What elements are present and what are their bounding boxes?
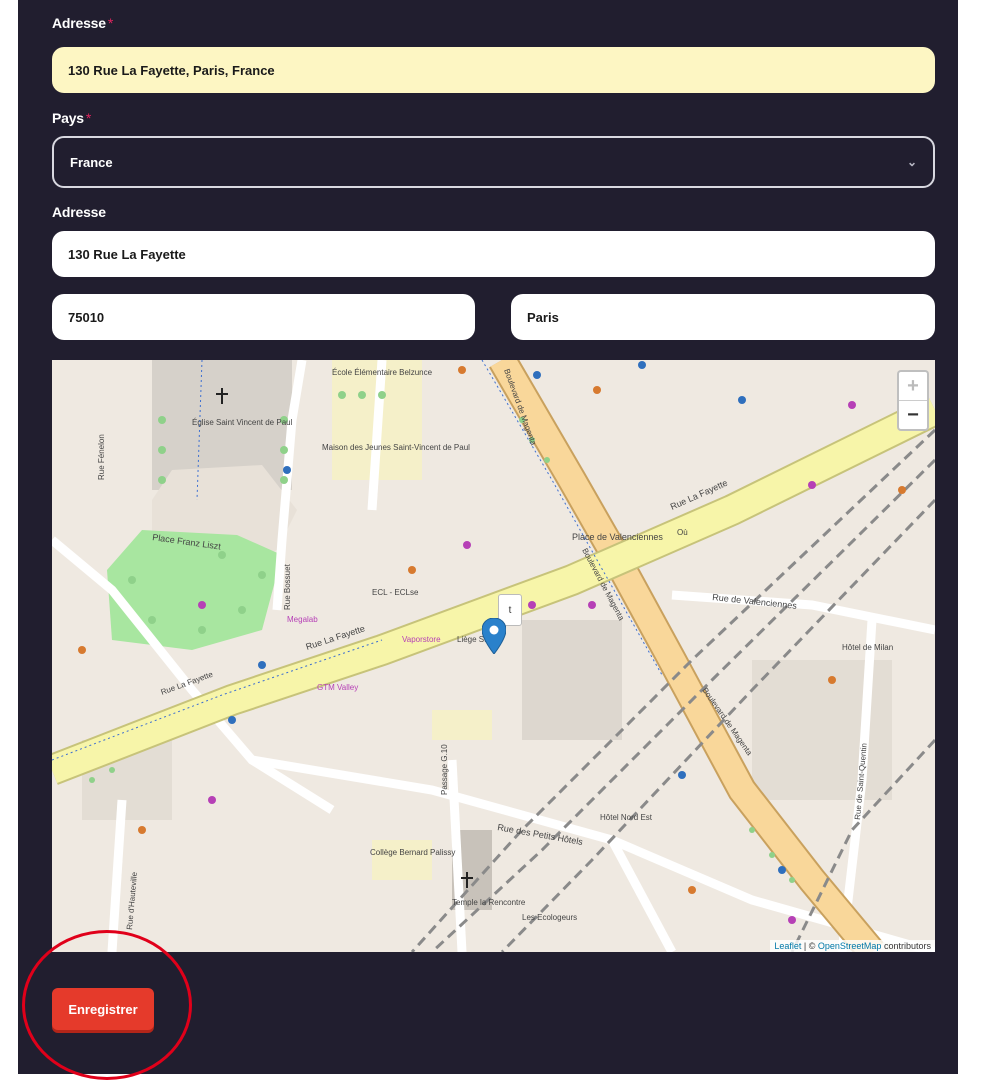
map-label-maison: Maison des Jeunes Saint-Vincent de Paul <box>322 443 470 452</box>
map-label-place-valenciennes: Place de Valenciennes <box>572 532 663 542</box>
map-label-gtm: GTM Valley <box>317 683 358 692</box>
osm-link[interactable]: OpenStreetMap <box>818 941 882 951</box>
map-label-college: Collège Bernard Palissy <box>370 848 455 857</box>
map-label-passage: Passage G.10 <box>440 744 449 795</box>
leaflet-link[interactable]: Leaflet <box>774 941 801 951</box>
autocomplete-label: Adresse * <box>52 15 113 31</box>
zoom-in-button[interactable]: + <box>899 372 927 400</box>
map-label-fenelon: Rue Fénelon <box>97 434 106 480</box>
map-label-ecl: ECL - ECLse <box>372 588 419 597</box>
postal-code-input[interactable]: 75010 <box>52 294 475 340</box>
city-value: Paris <box>527 309 559 325</box>
map-view[interactable]: Église Saint Vincent de Paul Place Franz… <box>52 360 935 952</box>
map-label-ou: Où <box>677 528 688 537</box>
map-label-megalab: Megalab <box>287 615 318 624</box>
map-tiles: Église Saint Vincent de Paul Place Franz… <box>52 360 935 952</box>
address-label-text: Adresse <box>52 204 106 220</box>
map-label-hotel-nord: Hôtel Nord Est <box>600 813 653 822</box>
map-popup-text: t <box>508 604 512 616</box>
map-label-temple: Temple la Rencontre <box>452 898 526 907</box>
map-label-church: Église Saint Vincent de Paul <box>192 418 293 427</box>
map-label-hotel-milan: Hôtel de Milan <box>842 643 893 652</box>
map-label-ecologeurs: Les Ecologeurs <box>522 913 577 922</box>
required-mark: * <box>107 15 114 31</box>
highlight-circle <box>22 930 192 1080</box>
attribution-suffix: contributors <box>883 941 931 951</box>
map-label-vaporstore: Vaporstore <box>402 635 441 644</box>
address-search-input[interactable]: 130 Rue La Fayette, Paris, France <box>52 47 935 93</box>
autocomplete-label-text: Adresse <box>52 15 106 31</box>
map-label-bossuet: Rue Bossuet <box>283 563 292 610</box>
chevron-down-icon: ⌄ <box>906 155 917 169</box>
street-address-input[interactable]: 130 Rue La Fayette <box>52 231 935 277</box>
country-select[interactable]: France ⌄ <box>52 136 935 188</box>
city-input[interactable]: Paris <box>511 294 935 340</box>
street-address-value: 130 Rue La Fayette <box>68 246 186 262</box>
map-zoom-control: + − <box>897 370 929 431</box>
map-label-ecole: École Élémentaire Belzunce <box>332 368 433 377</box>
zoom-out-button[interactable]: − <box>899 400 927 429</box>
address-search-value: 130 Rue La Fayette, Paris, France <box>68 62 275 78</box>
country-label: Pays * <box>52 110 91 126</box>
country-select-value: France <box>70 154 113 170</box>
address-label: Adresse <box>52 204 106 220</box>
required-mark: * <box>85 110 92 126</box>
country-label-text: Pays <box>52 110 84 126</box>
map-attribution: Leaflet | © OpenStreetMap contributors <box>770 940 935 952</box>
postal-code-value: 75010 <box>68 309 105 325</box>
